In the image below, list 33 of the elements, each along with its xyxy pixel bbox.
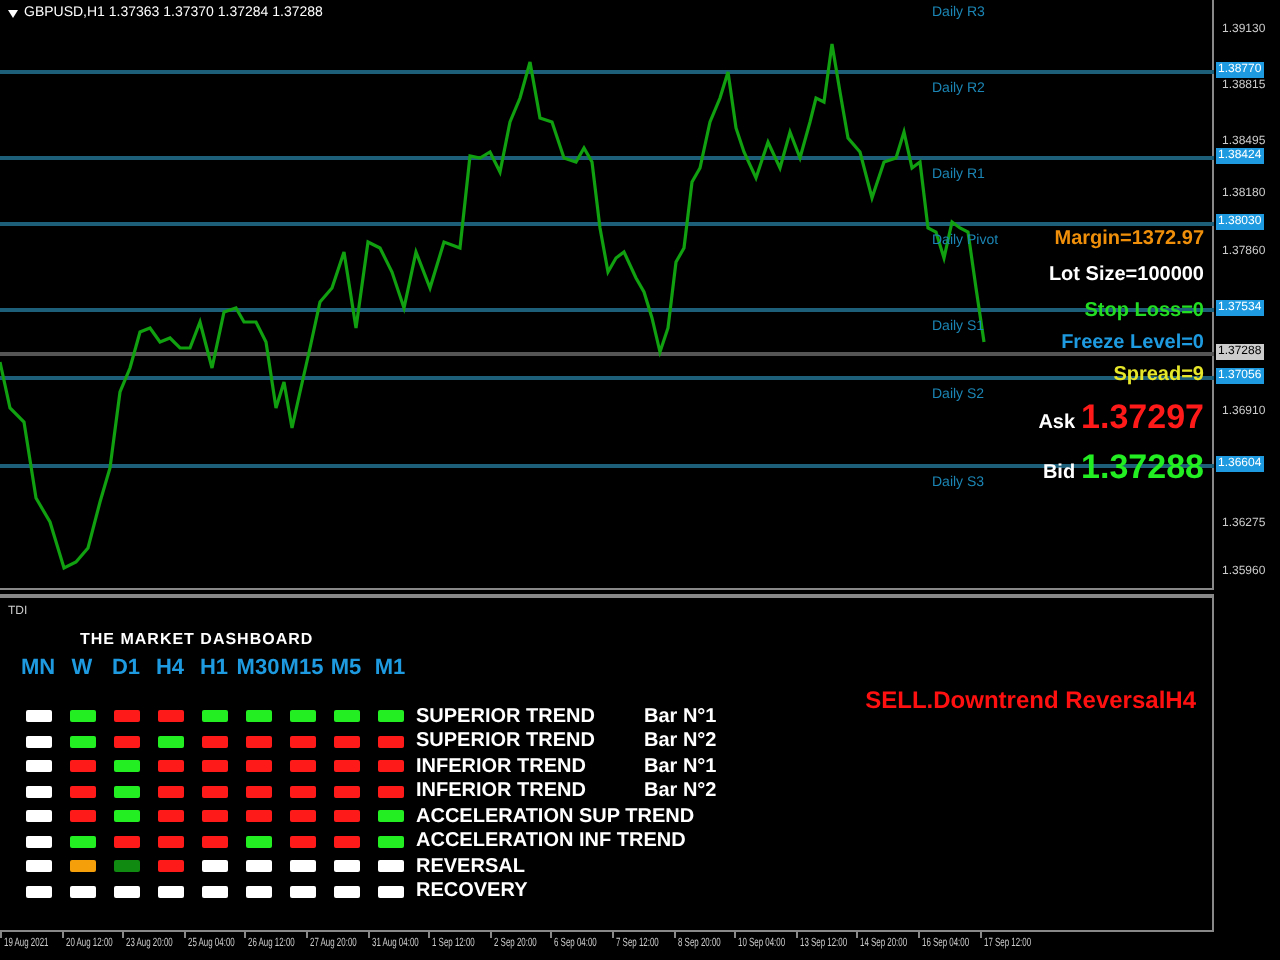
bar-label: Bar N°2 [644, 730, 717, 753]
timeframe-header: H4 [153, 656, 187, 680]
row-label: SUPERIOR TREND [416, 705, 597, 728]
dashboard-title: THE MARKET DASHBOARD [80, 630, 316, 648]
info-text: Margin=1372.97 [1054, 228, 1204, 250]
dropdown-triangle-icon[interactable] [8, 9, 18, 17]
row-label: ACCELERATION SUP TREND [416, 805, 695, 828]
timeframe-header: M1 [372, 656, 408, 680]
row-label: REVERSAL [416, 855, 527, 878]
timeframe-header: M5 [328, 656, 364, 680]
row-label: ACCELERATION INF TREND [416, 830, 686, 853]
bar-label: Bar N°1 [644, 755, 717, 778]
quote-value: 1.37297 [1081, 400, 1204, 434]
timeframe-header: M15 [280, 656, 324, 680]
timeframe-header: W [69, 656, 95, 680]
quote-value: 1.37288 [1081, 450, 1204, 484]
row-label: INFERIOR TREND [416, 755, 588, 778]
timeframe-header: D1 [109, 656, 143, 680]
timeframe-header: H1 [197, 656, 231, 680]
bar-label: Bar N°1 [644, 705, 717, 728]
quote-label: Bid [1042, 462, 1076, 484]
quote-label: Ask [1038, 412, 1076, 434]
row-label: SUPERIOR TREND [416, 730, 597, 753]
row-label: INFERIOR TREND [416, 780, 588, 803]
timeframe-header: MN [18, 656, 58, 680]
info-text: Freeze Level=0 [1061, 332, 1204, 354]
bar-label: Bar N°2 [644, 780, 717, 803]
timeframe-header: M30 [236, 656, 280, 680]
row-label: RECOVERY [416, 880, 530, 903]
info-text: Spread=9 [1113, 364, 1204, 386]
info-text: Lot Size=100000 [1048, 264, 1204, 286]
signal-text: SELL.Downtrend ReversalH4 [865, 686, 1196, 714]
info-text: Stop Loss=0 [1084, 300, 1204, 322]
